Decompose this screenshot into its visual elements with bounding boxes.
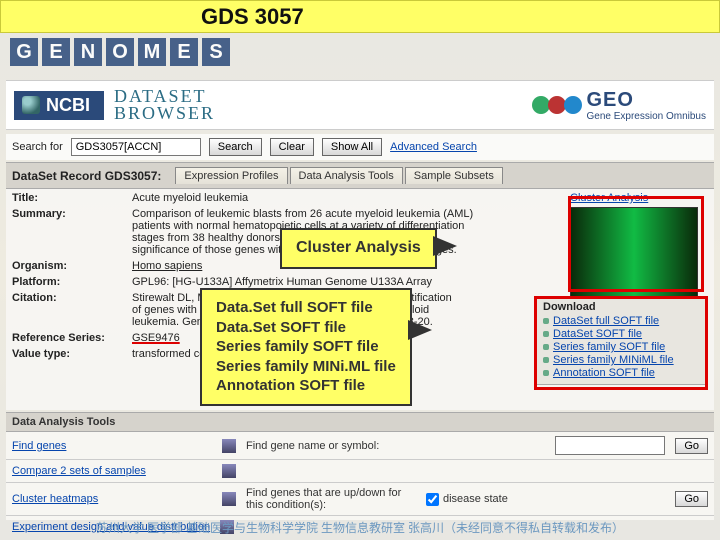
advanced-search-link[interactable]: Advanced Search [390, 141, 477, 153]
ncbi-label: NCBI [46, 95, 90, 116]
find-genes-link[interactable]: Find genes [12, 440, 212, 452]
geo-logo[interactable]: GEO Gene Expression Omnibus [532, 89, 706, 122]
ncbi-logo[interactable]: NCBI [14, 91, 104, 120]
banner-genomes: GENOMES [0, 38, 720, 66]
tool-icon [222, 464, 236, 478]
find-genes-hint: Find gene name or symbol: [246, 440, 545, 452]
find-genes-go-button[interactable]: Go [675, 438, 708, 454]
tools-row-cluster: Cluster heatmaps Find genes that are up/… [6, 483, 714, 516]
highlight-download-box [534, 296, 708, 390]
tool-icon [222, 492, 236, 506]
cluster-go-button[interactable]: Go [675, 491, 708, 507]
search-button[interactable]: Search [209, 138, 262, 156]
cluster-heatmaps-link[interactable]: Cluster heatmaps [12, 493, 212, 505]
callout-tail-icon [408, 320, 432, 340]
tools-row-compare: Compare 2 sets of samples [6, 460, 714, 483]
tools-header-text: Data Analysis Tools [12, 416, 115, 428]
search-input[interactable] [71, 138, 201, 156]
tab-sample-subsets[interactable]: Sample Subsets [405, 167, 503, 184]
site-header: NCBI DATASET BROWSER GEO Gene Expression… [6, 80, 714, 130]
tools-panel: Find genes Find gene name or symbol: Go … [6, 432, 714, 520]
callout-tail-icon [433, 236, 457, 256]
callout-cluster: Cluster Analysis [280, 228, 437, 269]
record-title: DataSet Record GDS3057: [12, 169, 161, 183]
meta-valuetype-label: Value type: [12, 348, 132, 360]
meta-title-label: Title: [12, 192, 132, 204]
showall-button[interactable]: Show All [322, 138, 382, 156]
search-bar: Search for Search Clear Show All Advance… [6, 134, 714, 160]
tab-data-analysis-tools[interactable]: Data Analysis Tools [290, 167, 403, 184]
meta-summary-label: Summary: [12, 208, 132, 256]
meta-organism-label: Organism: [12, 260, 132, 272]
clear-button[interactable]: Clear [270, 138, 314, 156]
meta-refseries-label: Reference Series: [12, 332, 132, 344]
footer-credit: 苏州大学 医学部 基础医学与生物科学学院 生物信息教研室 张高川（未经同意不得私… [0, 519, 720, 536]
disease-state-checkbox[interactable]: disease state [426, 493, 508, 506]
record-tab-bar: DataSet Record GDS3057: Expression Profi… [6, 162, 714, 189]
search-label: Search for [12, 141, 63, 153]
cluster-hint: Find genes that are up/down for this con… [246, 487, 416, 511]
callout-downloads: Data.Set full SOFT file Data.Set SOFT fi… [200, 288, 412, 406]
find-genes-input[interactable] [555, 436, 665, 455]
meta-citation-label: Citation: [12, 292, 132, 328]
tab-expression-profiles[interactable]: Expression Profiles [175, 167, 287, 184]
slide-title-bar: GDS 3057 [0, 0, 720, 33]
tools-header-bar: Data Analysis Tools [6, 412, 714, 432]
slide-title: GDS 3057 [201, 4, 304, 30]
compare-samples-link[interactable]: Compare 2 sets of samples [12, 465, 212, 477]
tools-row-find-genes: Find genes Find gene name or symbol: Go [6, 432, 714, 460]
highlight-cluster-box [568, 196, 704, 292]
tool-icon [222, 439, 236, 453]
dataset-browser-logo: DATASET BROWSER [114, 88, 215, 122]
dna-icon [22, 96, 40, 114]
meta-platform-label: Platform: [12, 276, 132, 288]
